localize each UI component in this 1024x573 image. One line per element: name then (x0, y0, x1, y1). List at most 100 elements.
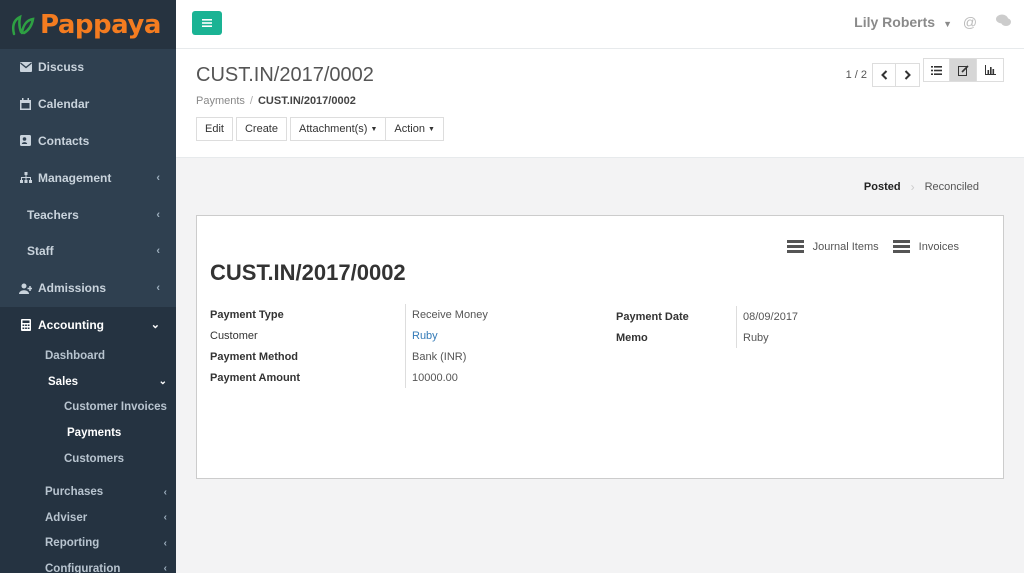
sidebar-item-configuration[interactable]: Configuration ‹ (0, 556, 176, 573)
list-icon (931, 65, 942, 75)
sidebar-item-reporting[interactable]: Reporting ‹ (0, 531, 176, 557)
payment-amount-value: 10000.00 (412, 371, 458, 384)
chevron-left-icon: ‹ (163, 486, 167, 498)
invoices-button[interactable]: Invoices (892, 238, 959, 255)
sidebar-item-contacts[interactable]: Contacts (0, 123, 176, 160)
journal-items-label: Journal Items (812, 240, 879, 253)
sidebar-item-admissions[interactable]: Admissions ‹ (0, 270, 176, 307)
chevron-down-icon: ⌄ (158, 376, 167, 388)
envelope-icon (19, 61, 32, 74)
sidebar-item-management[interactable]: Management ‹ (0, 159, 176, 196)
form-buttons: Edit Create Attachment(s) ▼ Action ▼ (196, 117, 444, 141)
payment-date-value: 08/09/2017 (743, 310, 799, 323)
user-menu[interactable]: Lily Roberts ▼ (854, 14, 952, 30)
page-title: CUST.IN/2017/0002 (196, 64, 374, 86)
create-button[interactable]: Create (235, 117, 287, 141)
left-field-labels: Payment Type Customer Payment Method Pay… (210, 304, 300, 388)
sidebar-item-discuss[interactable]: Discuss (0, 49, 176, 86)
brand-logo[interactable]: Pappaya (0, 0, 176, 49)
right-field-values: 08/09/2017 Ruby (736, 306, 798, 348)
status-posted: Posted (863, 181, 901, 193)
sidebar-item-label: Customer Invoices (64, 401, 167, 414)
caret-down-icon: ▼ (427, 125, 435, 133)
chat-bubbles-icon[interactable] (995, 14, 1011, 30)
sidebar-item-label: Reporting (45, 537, 100, 550)
form-content: Posted › Reconciled Journal Items Invoic… (176, 158, 1024, 573)
pager-next-button[interactable] (896, 63, 920, 87)
payment-method-value: Bank (INR) (412, 350, 467, 363)
sidebar-item-teachers[interactable]: Teachers ‹ (0, 196, 176, 233)
sidebar-item-label: Customers (64, 452, 125, 465)
sidebar-item-payments[interactable]: Payments (0, 420, 176, 446)
form-view-button[interactable] (950, 58, 977, 82)
chevron-left-icon (880, 70, 887, 80)
chevron-left-icon: ‹ (156, 208, 160, 221)
contact-card-icon (19, 134, 32, 147)
chevron-left-icon: ‹ (163, 512, 167, 524)
sidebar-item-label: Payments (67, 426, 122, 439)
left-field-values: Receive Money Ruby Bank (INR) 10000.00 (405, 304, 488, 388)
action-label: Action (394, 123, 425, 135)
sidebar-item-accounting[interactable]: Accounting ⌄ (0, 306, 176, 344)
sidebar-item-dashboard[interactable]: Dashboard (0, 343, 176, 369)
attachments-dropdown[interactable]: Attachment(s) ▼ (290, 117, 387, 141)
memo-value: Ruby (743, 331, 769, 344)
sidebar-item-calendar[interactable]: Calendar (0, 86, 176, 123)
edit-form-icon (957, 64, 969, 76)
chevron-left-icon: ‹ (163, 537, 167, 549)
control-panel: CUST.IN/2017/0002 Payments / CUST.IN/2017/… (176, 50, 1024, 158)
sidebar-item-customer-invoices[interactable]: Customer Invoices (0, 395, 176, 421)
sidebar-item-label: Configuration (45, 562, 121, 573)
action-dropdown[interactable]: Action ▼ (386, 117, 444, 141)
user-name: Lily Roberts (854, 14, 936, 30)
breadcrumb-payments-link[interactable]: Payments (196, 95, 245, 107)
attachments-label: Attachment(s) (299, 123, 368, 135)
list-view-button[interactable] (923, 58, 950, 82)
sidebar-item-sales[interactable]: Sales ⌄ (0, 369, 176, 395)
sidebar-item-customers[interactable]: Customers (0, 446, 176, 472)
pager-value[interactable]: 1 / 2 (846, 69, 867, 81)
chevron-left-icon: ‹ (156, 282, 160, 295)
status-bar: Posted › Reconciled (864, 180, 979, 194)
sidebar-dropdowns: Attachment(s) ▼ Action ▼ (290, 117, 444, 141)
graph-view-button[interactable] (977, 58, 1004, 82)
sidebar-item-adviser[interactable]: Adviser ‹ (0, 505, 176, 531)
pager: 1 / 2 (846, 63, 920, 87)
customer-label: Customer (210, 329, 258, 342)
pager-previous-button[interactable] (872, 63, 896, 87)
journal-items-button[interactable]: Journal Items (786, 238, 879, 255)
leaf-logo-icon (12, 14, 35, 35)
invoices-label: Invoices (918, 240, 959, 253)
customer-link[interactable]: Ruby (412, 330, 438, 342)
at-sign-icon[interactable]: @ (962, 14, 978, 30)
chevron-left-icon: ‹ (156, 245, 160, 258)
payment-type-value: Receive Money (412, 308, 488, 321)
bar-chart-icon (984, 65, 996, 75)
menu-toggle-button[interactable] (192, 11, 222, 35)
sidebar-item-label: Staff (27, 244, 54, 259)
payment-type-label: Payment Type (210, 308, 284, 321)
sidebar-item-label: Accounting (38, 317, 104, 332)
chevron-left-icon: ‹ (163, 563, 167, 573)
accounting-submenu: Dashboard Sales ⌄ Customer Invoices Paym… (0, 343, 176, 573)
brand-name: Pappaya (40, 9, 161, 40)
breadcrumb-separator: / (249, 95, 253, 107)
calendar-icon (19, 98, 32, 111)
sidebar-item-label: Admissions (38, 281, 107, 296)
calculator-icon (19, 318, 32, 331)
chevron-right-icon (904, 70, 911, 80)
payment-amount-label: Payment Amount (210, 371, 301, 384)
payment-date-label: Payment Date (616, 310, 689, 323)
edit-button[interactable]: Edit (196, 117, 233, 141)
hamburger-icon (202, 19, 212, 27)
status-reconciled: Reconciled (924, 181, 979, 193)
caret-down-icon: ▼ (370, 125, 378, 133)
sidebar-item-label: Discuss (38, 60, 85, 75)
view-switcher (923, 58, 1004, 82)
payment-method-label: Payment Method (210, 350, 299, 363)
sidebar-item-purchases[interactable]: Purchases ‹ (0, 479, 176, 505)
breadcrumb: Payments / CUST.IN/2017/0002 (196, 95, 356, 107)
sidebar-item-label: Dashboard (45, 350, 106, 363)
sidebar-item-staff[interactable]: Staff ‹ (0, 233, 176, 270)
right-field-labels: Payment Date Memo (616, 306, 689, 348)
